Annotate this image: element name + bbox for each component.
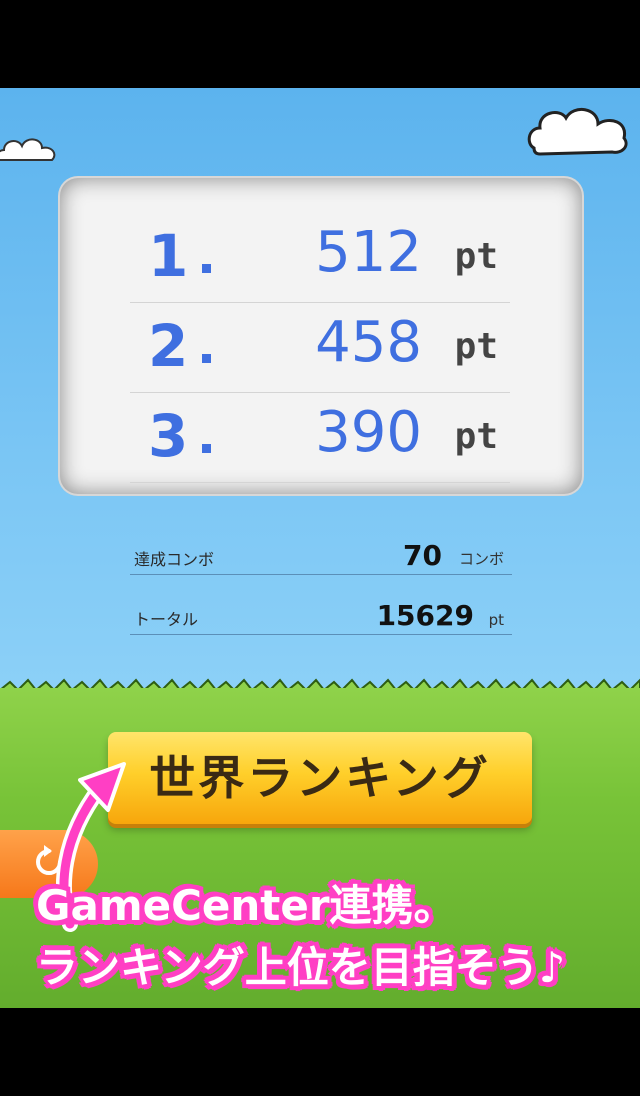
cloud-left-icon xyxy=(0,138,56,161)
combo-stat-row: 達成コンボ 70 コンボ xyxy=(130,538,512,575)
rank-unit: pt xyxy=(454,236,498,277)
total-stat-row: トータル 15629 pt xyxy=(130,598,512,635)
cloud-right-icon xyxy=(527,108,628,156)
world-ranking-button[interactable]: 世界ランキング xyxy=(108,732,532,824)
rank-unit: pt xyxy=(454,326,498,367)
rank-number: 3 xyxy=(148,402,191,470)
rank-dot xyxy=(202,354,211,363)
combo-label: 達成コンボ xyxy=(134,550,215,569)
high-score-panel: 1 512 pt 2 458 pt 3 390 pt xyxy=(60,178,582,494)
total-value: 15629 xyxy=(376,599,474,632)
rank-dot xyxy=(202,444,211,453)
game-screen: 1 512 pt 2 458 pt 3 390 pt 達成コンボ 70 コンボ … xyxy=(0,88,640,1008)
promo-line-2: ランキング上位を目指そう♪ xyxy=(36,943,566,992)
combo-unit: コンボ xyxy=(458,550,504,568)
rank-row-2: 2 458 pt xyxy=(130,304,510,393)
rank-dot xyxy=(202,264,211,273)
rank-score: 512 xyxy=(315,220,422,285)
rank-score: 390 xyxy=(315,400,422,465)
rank-score: 458 xyxy=(315,310,422,375)
rank-number: 1 xyxy=(148,222,191,290)
total-unit: pt xyxy=(488,611,504,629)
rank-row-1: 1 512 pt xyxy=(130,214,510,303)
rank-row-3: 3 390 pt xyxy=(130,394,510,483)
rank-number: 2 xyxy=(148,312,191,380)
combo-value: 70 xyxy=(403,539,442,572)
rank-unit: pt xyxy=(454,416,498,457)
promo-line-1: GameCenter連携。 xyxy=(36,881,456,930)
total-label: トータル xyxy=(134,610,199,629)
